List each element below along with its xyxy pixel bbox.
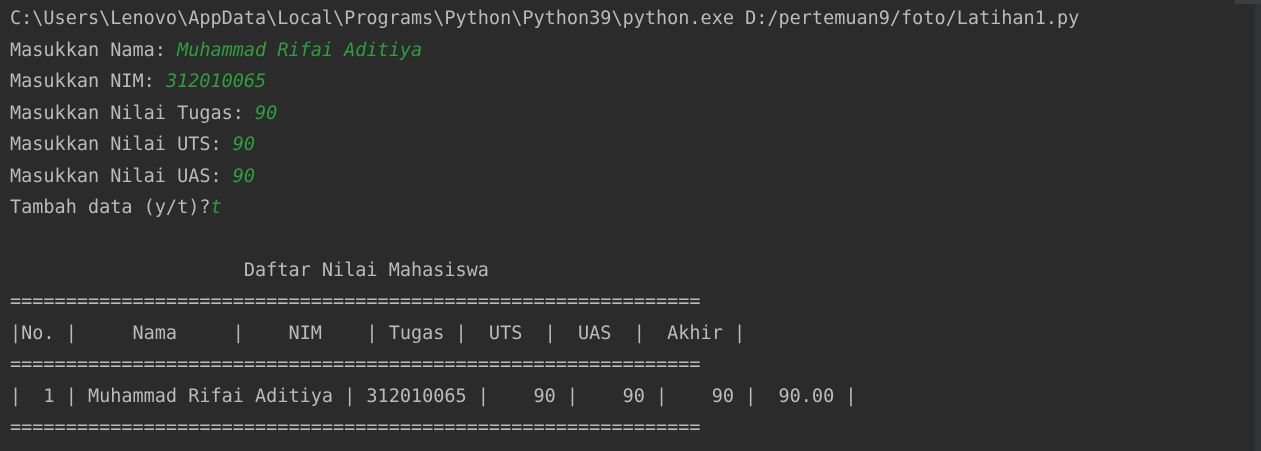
input-value: t bbox=[210, 197, 222, 218]
prompt-line-uas: Masukkan Nilai UAS: 90 bbox=[10, 161, 255, 192]
prompt-line-nama: Masukkan Nama: Muhammad Rifai Aditiya bbox=[10, 35, 422, 66]
table-row: | 1 | Muhammad Rifai Aditiya | 312010065… bbox=[10, 386, 857, 407]
prompt-label: Masukkan Nilai Tugas: bbox=[10, 103, 256, 124]
scroll-indicator bbox=[1235, 0, 1261, 4]
table-separator: ========================================… bbox=[10, 354, 701, 375]
input-value: 90 bbox=[232, 134, 256, 155]
prompt-label: Masukkan Nilai UTS: bbox=[10, 134, 233, 155]
scrollbar-track[interactable] bbox=[1255, 0, 1261, 451]
input-value: 312010065 bbox=[165, 71, 267, 92]
prompt-line-tugas: Masukkan Nilai Tugas: 90 bbox=[10, 98, 277, 129]
input-value: 90 bbox=[255, 103, 278, 124]
prompt-line-uts: Masukkan Nilai UTS: 90 bbox=[10, 129, 255, 160]
run-console-output[interactable]: C:\Users\Lenovo\AppData\Local\Programs\P… bbox=[0, 0, 1261, 451]
table-separator: ========================================… bbox=[10, 417, 701, 438]
input-value: 90 bbox=[232, 166, 256, 187]
command-line: C:\Users\Lenovo\AppData\Local\Programs\P… bbox=[10, 8, 1080, 29]
table-header: |No. | Nama | NIM | Tugas | UTS | UAS | … bbox=[10, 323, 746, 344]
prompt-label: Masukkan Nilai UAS: bbox=[10, 166, 233, 187]
prompt-label: Masukkan NIM: bbox=[10, 71, 166, 92]
prompt-line-tambah: Tambah data (y/t)?t bbox=[10, 192, 222, 223]
prompt-label: Masukkan Nama: bbox=[10, 40, 178, 61]
table-title: Daftar Nilai Mahasiswa bbox=[10, 260, 489, 281]
prompt-line-nim: Masukkan NIM: 312010065 bbox=[10, 66, 266, 97]
prompt-label: Tambah data (y/t)? bbox=[10, 197, 211, 218]
input-value: Muhammad Rifai Aditiya bbox=[177, 40, 423, 61]
table-separator: ========================================… bbox=[10, 291, 701, 312]
